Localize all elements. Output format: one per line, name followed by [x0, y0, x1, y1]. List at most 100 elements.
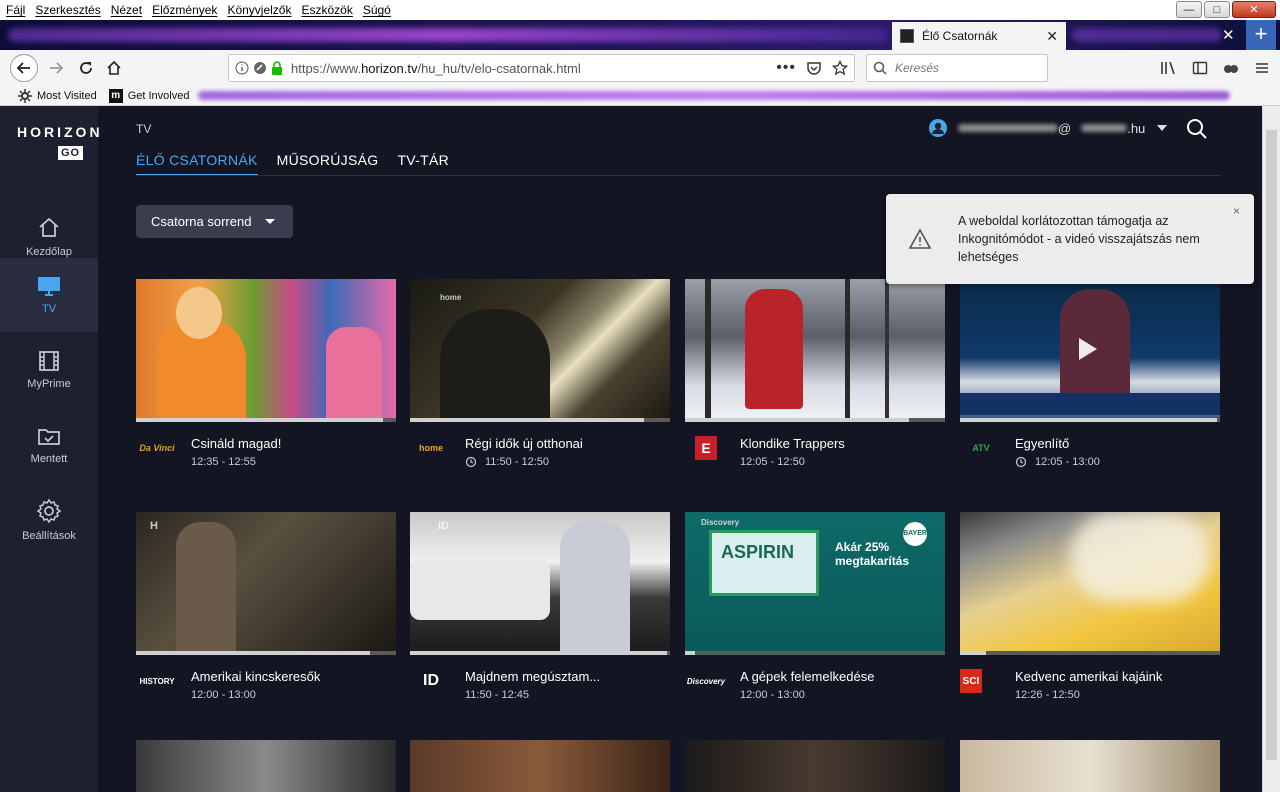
new-tab-button[interactable]: +	[1246, 20, 1276, 50]
video-thumbnail[interactable]	[136, 740, 396, 792]
tab-elo-csatornak[interactable]: Élő Csatornák ✕	[892, 22, 1066, 50]
close-window-button[interactable]: ✕	[1232, 1, 1276, 18]
menu-help[interactable]: Súgó	[363, 3, 391, 17]
channel-card[interactable]: SCI Kedvenc amerikai kajáink 12:26 - 12:…	[960, 512, 1220, 711]
progress-bar	[410, 418, 670, 422]
video-thumbnail[interactable]: ASPIRIN Akár 25% megtakarítás BAYER Disco…	[685, 512, 945, 655]
star-icon[interactable]	[832, 60, 848, 76]
lock-icon[interactable]	[271, 61, 283, 75]
bookmark-most-visited[interactable]: Most Visited	[18, 88, 97, 103]
maximize-button[interactable]: □	[1204, 1, 1230, 18]
tracking-icon[interactable]	[253, 61, 267, 75]
channel-logo-e: E	[695, 436, 717, 460]
reload-button[interactable]	[72, 54, 100, 82]
video-thumbnail[interactable]	[685, 740, 945, 792]
sidebar-item-tv[interactable]: TV	[0, 258, 98, 332]
program-title: Egyenlítő	[1015, 436, 1070, 451]
video-thumbnail[interactable]	[410, 740, 670, 792]
menu-view[interactable]: Nézet	[111, 3, 142, 17]
horizon-go-page: HORIZON GO Kezdőlap TV MyPrime Mentett B…	[0, 106, 1262, 792]
info-icon[interactable]	[235, 61, 249, 75]
search-input[interactable]	[895, 61, 1035, 75]
police-car	[410, 560, 550, 620]
horizon-go-logo[interactable]: HORIZON GO	[17, 124, 103, 160]
program-time: 12:35 - 12:55	[191, 456, 256, 468]
hamburger-menu-icon[interactable]	[1254, 60, 1270, 76]
channel-sort-dropdown[interactable]: Csatorna sorrend	[136, 205, 293, 238]
program-title: Régi idők új otthonai	[465, 436, 583, 451]
progress-bar	[685, 418, 945, 422]
sidebar-icon[interactable]	[1192, 60, 1208, 76]
video-thumbnail[interactable]	[960, 279, 1220, 422]
sort-label: Csatorna sorrend	[151, 214, 252, 229]
channel-card[interactable]: home home Régi idők új otthonai 11:50 - …	[410, 279, 670, 478]
home-icon	[39, 217, 59, 237]
scrollbar-thumb[interactable]	[1266, 130, 1277, 760]
product-box	[709, 530, 819, 596]
sidebar-item-myprime[interactable]: MyPrime	[0, 333, 98, 407]
tab-tv-tar[interactable]: TV-TÁR	[397, 152, 449, 176]
url-bar[interactable]: https://www.horizon.tv/hu_hu/tv/elo-csat…	[228, 54, 855, 82]
close-icon[interactable]: ✕	[1222, 26, 1235, 44]
channel-card[interactable]	[136, 740, 396, 792]
tab-elo-csatornak[interactable]: ÉLŐ CSATORNÁK	[136, 152, 258, 176]
chevron-down-icon	[265, 219, 276, 224]
library-icon[interactable]	[1160, 60, 1178, 76]
home-icon	[107, 60, 121, 75]
forward-button[interactable]	[42, 54, 70, 82]
menu-edit[interactable]: Szerkesztés	[35, 3, 100, 17]
program-title: Klondike Trappers	[740, 436, 845, 451]
menu-history[interactable]: Előzmények	[152, 3, 217, 17]
tree-trunk	[705, 279, 711, 422]
incognito-warning-toast: A weboldal korlátozottan támogatja az In…	[886, 194, 1254, 284]
replay-icon	[465, 456, 477, 468]
progress-fill	[410, 651, 668, 655]
search-icon	[873, 61, 887, 75]
chevron-down-icon	[1157, 125, 1168, 131]
pocket-icon[interactable]	[806, 60, 822, 76]
channel-card[interactable]: ATV Egyenlítő 12:05 - 13:00	[960, 279, 1220, 478]
menu-tools[interactable]: Eszközök	[301, 3, 352, 17]
search-button[interactable]	[1186, 118, 1208, 143]
channel-card[interactable]: ASPIRIN Akár 25% megtakarítás BAYER Disco…	[685, 512, 945, 711]
video-thumbnail[interactable]: H	[136, 512, 396, 655]
breadcrumb: TV	[136, 122, 152, 136]
close-icon[interactable]: ×	[1233, 204, 1240, 218]
video-thumbnail[interactable]: ID	[410, 512, 670, 655]
channel-card[interactable]: ID ID Majdnem megúsztam... 11:50 - 12:45	[410, 512, 670, 711]
user-icon	[929, 119, 947, 137]
tab-musorujsag[interactable]: MŰSORÚJSÁG	[277, 152, 379, 176]
tree-trunk	[885, 279, 889, 422]
close-tab-icon[interactable]: ✕	[1046, 28, 1058, 45]
sidebar-item-mentett[interactable]: Mentett	[0, 408, 98, 482]
bookmark-get-involved[interactable]: m Get Involved	[108, 88, 189, 103]
scrollbar[interactable]	[1262, 106, 1280, 792]
channel-card[interactable]: Da Vinci Csináld magad! 12:35 - 12:55	[136, 279, 396, 478]
play-icon[interactable]	[1079, 338, 1097, 360]
channel-card[interactable]	[685, 740, 945, 792]
video-thumbnail[interactable]	[960, 740, 1220, 792]
search-bar[interactable]	[866, 54, 1048, 82]
menu-bookmarks[interactable]: Könyvjelzők	[227, 3, 291, 17]
sidebar-item-beallitasok[interactable]: Beállítások	[0, 483, 98, 557]
minimize-button[interactable]: —	[1176, 1, 1202, 18]
ad-offer-text: Akár 25% megtakarítás	[835, 540, 910, 568]
channel-card[interactable]	[410, 740, 670, 792]
channel-card[interactable]	[960, 740, 1220, 792]
channel-logo-home: home	[418, 443, 443, 453]
home-button[interactable]	[100, 54, 128, 82]
more-icon[interactable]: •••	[776, 59, 796, 77]
channel-logo-sci: SCI	[960, 669, 982, 693]
back-button[interactable]	[10, 54, 38, 82]
menu-file[interactable]: Fájl	[6, 3, 25, 17]
user-menu[interactable]: @ .hu	[928, 118, 1168, 138]
channel-card[interactable]: H HISTORY Amerikai kincskeresők 12:00 - …	[136, 512, 396, 711]
channel-card[interactable]: E Klondike Trappers 12:05 - 12:50	[685, 279, 945, 478]
video-thumbnail[interactable]: home	[410, 279, 670, 422]
film-icon	[39, 351, 59, 371]
video-thumbnail[interactable]	[685, 279, 945, 422]
private-browsing-icon[interactable]	[1222, 60, 1240, 76]
video-thumbnail[interactable]	[960, 512, 1220, 655]
program-time: 12:05 - 13:00	[1015, 456, 1100, 468]
video-thumbnail[interactable]	[136, 279, 396, 422]
